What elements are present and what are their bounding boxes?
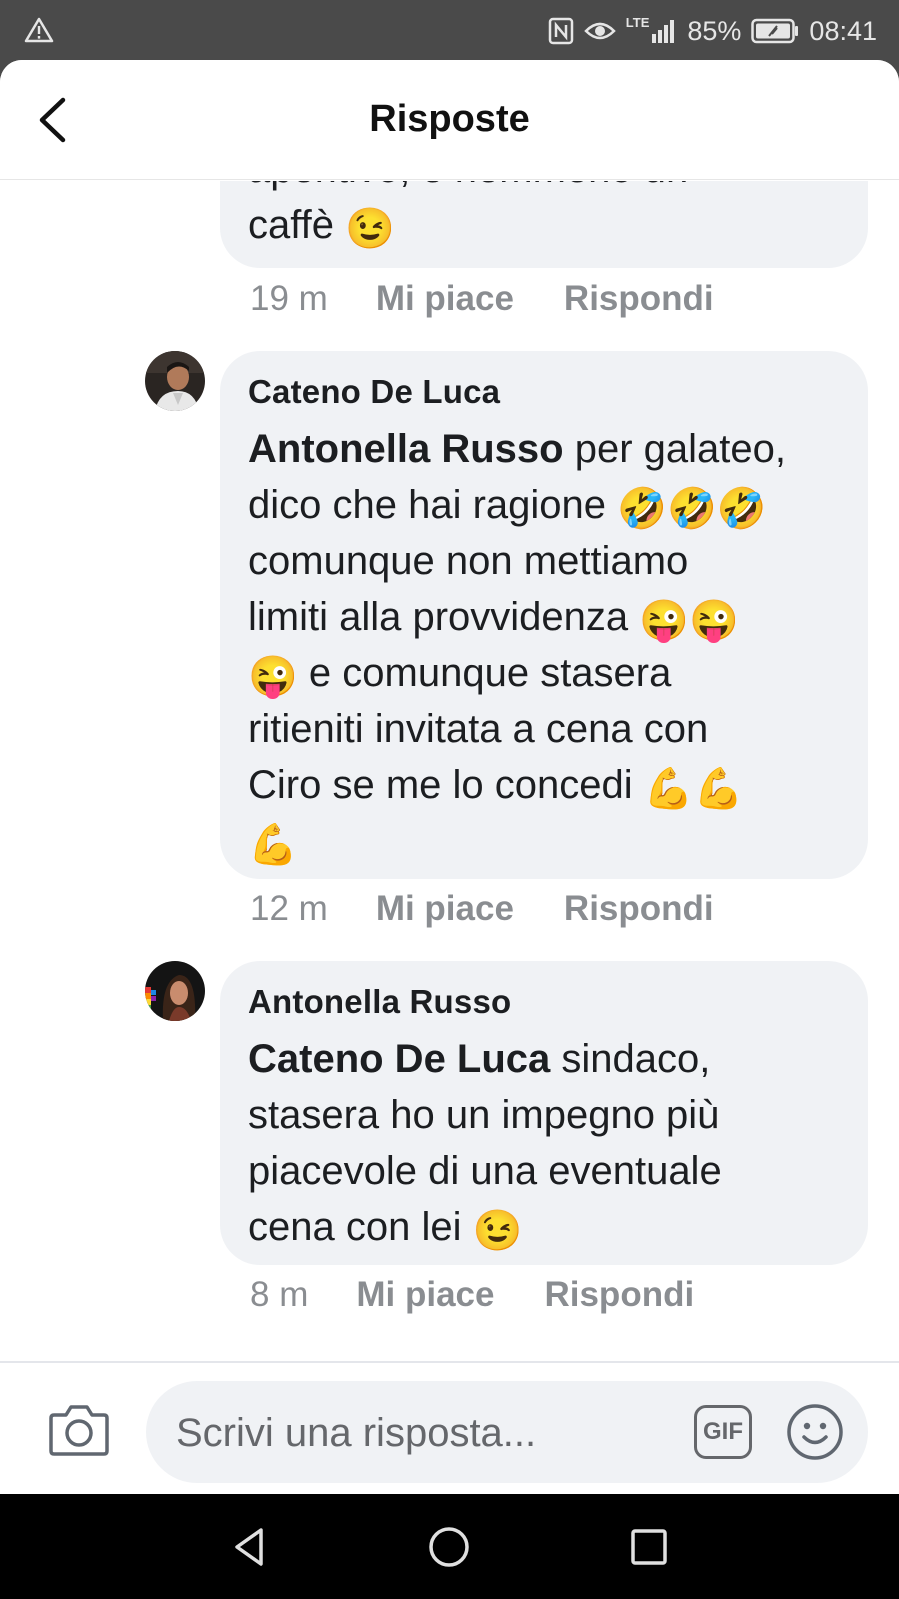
- warning-icon: [24, 17, 54, 43]
- recents-square-icon[interactable]: [624, 1522, 674, 1572]
- avatar[interactable]: [145, 961, 205, 1021]
- laughing-emoji: 🤣🤣🤣: [617, 487, 767, 531]
- reply-link[interactable]: Rispondi: [544, 1275, 694, 1319]
- battery-percent: 85%: [687, 15, 742, 46]
- comment-text: Antonella Russo per galateo, dico che ha…: [248, 427, 786, 867]
- back-triangle-icon[interactable]: [225, 1522, 275, 1572]
- comment-time: 8 m: [250, 1275, 309, 1314]
- reply-input-placeholder: Scrivi una risposta...: [176, 1411, 537, 1455]
- like-link[interactable]: Mi piace: [376, 279, 514, 323]
- comment-list[interactable]: aperitivo, e nemmeno un caffè 😉 19 m Mi …: [0, 181, 899, 1421]
- comment-author[interactable]: Cateno De Luca: [248, 373, 840, 411]
- eye-icon: [584, 22, 616, 40]
- battery-icon: [751, 18, 799, 44]
- tongue-emoji: 😜😜: [639, 599, 739, 643]
- reply-link[interactable]: Rispondi: [564, 889, 714, 933]
- comment-bubble[interactable]: Cateno De Luca Antonella Russo per galat…: [220, 351, 868, 879]
- tongue-emoji: 😜: [248, 655, 298, 699]
- comment-bubble[interactable]: aperitivo, e nemmeno un caffè 😉: [220, 181, 868, 268]
- network-type-label: LTE: [625, 15, 650, 30]
- like-link[interactable]: Mi piace: [356, 1275, 494, 1319]
- mention-link[interactable]: Antonella Russo: [248, 427, 564, 471]
- comment-time: 12 m: [250, 889, 328, 928]
- comment-time: 19 m: [250, 279, 328, 318]
- muscle-emoji: 💪: [248, 823, 298, 867]
- comment-actions: 19 m Mi piace Rispondi: [250, 279, 714, 323]
- page-title: Risposte: [369, 98, 530, 140]
- avatar-image: [145, 961, 205, 1021]
- like-link[interactable]: Mi piace: [376, 889, 514, 933]
- header: Risposte: [0, 60, 899, 180]
- avatar-image: [145, 351, 205, 411]
- reply-composer: Scrivi una risposta... GIF: [0, 1361, 899, 1494]
- wink-emoji: 😉: [345, 207, 395, 251]
- comment-text: Cateno De Luca sindaco, stasera ho un im…: [248, 1037, 722, 1253]
- gif-label: GIF: [703, 1418, 743, 1445]
- comment-actions: 12 m Mi piace Rispondi: [250, 889, 714, 933]
- mention-link[interactable]: Cateno De Luca: [248, 1037, 550, 1081]
- system-nav-bar: [0, 1494, 899, 1599]
- wink-emoji: 😉: [472, 1209, 523, 1253]
- comment-text: aperitivo, e nemmeno un caffè 😉: [248, 181, 688, 251]
- avatar[interactable]: [145, 351, 205, 411]
- emoji-button[interactable]: [786, 1403, 844, 1461]
- status-bar: LTE 85% 08:41: [0, 0, 899, 62]
- camera-button[interactable]: [48, 1401, 110, 1457]
- reply-input[interactable]: Scrivi una risposta... GIF: [146, 1381, 868, 1483]
- comment-bubble[interactable]: Antonella Russo Cateno De Luca sindaco, …: [220, 961, 868, 1265]
- clock: 08:41: [809, 15, 877, 46]
- nfc-icon: [548, 17, 574, 45]
- home-circle-icon[interactable]: [424, 1522, 474, 1572]
- camera-icon: [49, 1405, 109, 1456]
- smiley-icon: [787, 1404, 843, 1460]
- signal-icon: [652, 20, 675, 43]
- replies-sheet: Risposte aperitivo, e nemmeno un caffè 😉…: [0, 60, 899, 1494]
- gif-button[interactable]: GIF: [694, 1405, 752, 1459]
- comment-author[interactable]: Antonella Russo: [248, 983, 840, 1021]
- comment-actions: 8 m Mi piace Rispondi: [250, 1275, 694, 1319]
- reply-link[interactable]: Rispondi: [564, 279, 714, 323]
- muscle-emoji: 💪💪: [643, 767, 744, 811]
